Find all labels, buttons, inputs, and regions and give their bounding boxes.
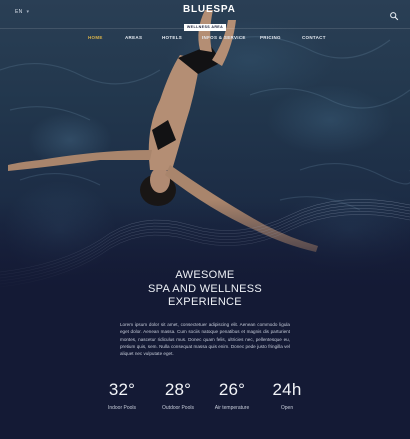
stat-air-temperature: 26° Air temperature: [202, 380, 262, 411]
stat-label: Open: [280, 405, 294, 411]
headline-line: SPA AND WELLNESS: [147, 282, 263, 295]
nav-item-areas[interactable]: AREAS: [125, 35, 142, 40]
stat-open: 24h Open: [257, 380, 317, 411]
nav-item-home[interactable]: HOME: [88, 35, 103, 40]
intro-paragraph: Lorem ipsum dolor sit amet, consectetuer…: [120, 322, 290, 357]
stat-indoor-pools: 32° Indoor Pools: [92, 380, 152, 411]
stat-value: 28°: [164, 380, 192, 399]
main-nav: HOME AREAS HOTELS INFOS & SERVICE PRICIN…: [0, 33, 410, 43]
nav-item-hotels[interactable]: HOTELS: [162, 35, 182, 40]
stat-value: 32°: [108, 380, 136, 399]
stat-value: 24h: [272, 380, 302, 399]
headline-line: AWESOME: [175, 269, 235, 281]
top-bar: EN ▾ BLUESPA WELLNESS AREA: [0, 0, 410, 31]
nav-item-pricing[interactable]: PRICING: [260, 35, 281, 40]
hero-image: [0, 0, 410, 290]
language-selector[interactable]: EN ▾: [15, 9, 29, 15]
page: EN ▾ BLUESPA WELLNESS AREA HOME AREAS HOT…: [0, 0, 410, 439]
search-icon[interactable]: [389, 8, 399, 21]
headline-line: EXPERIENCE: [168, 296, 242, 308]
header-divider: [0, 28, 410, 29]
page-title: AWESOME SPA AND WELLNESS EXPERIENCE: [130, 269, 280, 310]
nav-item-infos-service[interactable]: INFOS & SERVICE: [202, 35, 246, 40]
brand-name: BLUESPA: [183, 4, 236, 15]
stat-value: 26°: [218, 380, 246, 399]
nav-item-contact[interactable]: CONTACT: [302, 35, 326, 40]
hero-illustration: [0, 10, 410, 290]
stat-label: Air temperature: [214, 405, 250, 411]
language-label: EN: [15, 9, 23, 15]
chevron-down-icon: ▾: [26, 9, 30, 15]
stat-label: Indoor Pools: [107, 405, 137, 411]
stat-outdoor-pools: 28° Outdoor Pools: [148, 380, 208, 411]
brand-tagline: WELLNESS AREA: [183, 23, 227, 31]
stat-label: Outdoor Pools: [162, 405, 194, 411]
